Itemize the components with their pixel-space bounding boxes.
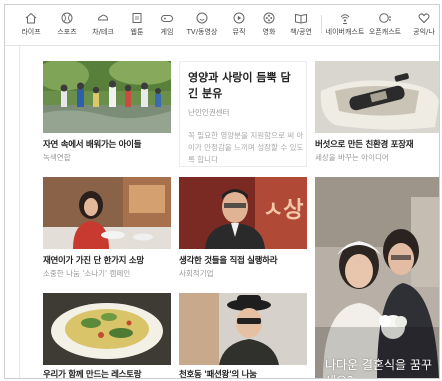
card-image: [315, 61, 439, 133]
nav-label: 스포츠: [57, 28, 77, 36]
card-image: [43, 293, 171, 365]
nav-item-car-tech[interactable]: 차/테크: [85, 9, 121, 37]
left-gutter-line: [19, 45, 20, 378]
nav-label: TV/동영상: [186, 28, 218, 36]
category-nav: 라이프 스포츠 차/테크 웹툰 게임 TV/동영상 뮤직 영화 책/공연 네이버…: [5, 5, 439, 46]
home-icon: [25, 12, 37, 24]
nav-item-sports[interactable]: 스포츠: [49, 9, 85, 37]
card-image: [43, 61, 171, 133]
card-restaurant[interactable]: 우리가 함께 만드는 레스토랑: [43, 293, 171, 379]
nav-item-tv-video[interactable]: TV/동영상: [182, 9, 222, 37]
card-title: 우리가 함께 만드는 레스토랑: [43, 370, 142, 379]
card-formula-text[interactable]: 영양과 사랑이 듬뿍 담긴 분유 난민인권센터 꼭 필요한 영양분을 지원함으로…: [179, 61, 307, 167]
nav-label: 뮤직: [232, 28, 246, 36]
card-caption: 나다운 결혼식을 꿈꾸세요?: [325, 358, 432, 378]
nav-label: 웹툰: [130, 28, 144, 36]
nav-item-book-performance[interactable]: 책/공연: [283, 9, 319, 37]
nav-label: 네이버캐스트: [325, 28, 365, 36]
card-execute-ideas[interactable]: ㅅ상 생각한 것들을 직접 실행하라 사회적기업: [179, 177, 307, 283]
card-source: 사회적기업: [179, 269, 214, 278]
content-frame: 라이프 스포츠 차/테크 웹툰 게임 TV/동영상 뮤직 영화 책/공연 네이버…: [4, 4, 440, 379]
nav-label: 차/테크: [92, 28, 114, 36]
book-icon: [132, 13, 142, 23]
nav-item-game[interactable]: 게임: [149, 9, 185, 37]
card-source: 녹색연합: [43, 153, 71, 162]
card-fashion-king[interactable]: 천호동 '패션왕'의 나눔: [179, 293, 307, 379]
svg-text:ㅅ상: ㅅ상: [263, 198, 303, 223]
broadcast-icon: [340, 14, 350, 24]
nav-label: 영화: [262, 28, 276, 36]
card-description: 꼭 필요한 영양분을 지원함으로 써 아이가 안정감을 느끼며 성장할 수 있도…: [188, 131, 304, 164]
nav-label: 공익/나: [413, 28, 435, 36]
nav-label: 라이프: [21, 28, 41, 36]
nav-label: 오픈캐스트: [368, 28, 402, 36]
gamepad-icon: [161, 15, 173, 22]
nav-item-movie[interactable]: 영화: [251, 9, 287, 37]
card-title: 재연이가 가진 단 한가지 소망: [43, 256, 144, 266]
card-title: 자연 속에서 배워가는 아이들: [43, 140, 142, 150]
heart-icon: [418, 13, 430, 24]
card-title: 생각한 것들을 직접 실행하라: [179, 256, 278, 266]
smile-icon: [196, 12, 208, 24]
nav-item-opencast[interactable]: 오픈캐스트: [365, 9, 405, 37]
card-nature-kids[interactable]: 자연 속에서 배워가는 아이들 녹색연합: [43, 61, 171, 167]
card-wedding[interactable]: 나다운 결혼식을 꿈꾸세요?: [315, 177, 439, 378]
card-source: 세상을 바꾸는 아이디어: [315, 153, 389, 162]
card-jaeyeon-wish[interactable]: 재연이가 가진 단 한가지 소망 소중한 나눔 '소나기' 캠페인: [43, 177, 171, 283]
card-image: [315, 177, 439, 378]
card-image: [179, 293, 307, 365]
open-book-icon: [295, 13, 307, 24]
card-mushroom-packaging[interactable]: 버섯으로 만든 친환경 포장재 세상을 바꾸는 아이디어: [315, 61, 439, 167]
nav-item-navercast[interactable]: 네이버캐스트: [323, 9, 367, 37]
nav-label: 게임: [160, 28, 174, 36]
card-image: [43, 177, 171, 249]
car-icon: [97, 14, 109, 21]
ball-icon: [61, 12, 73, 24]
card-source: 소중한 나눔 '소나기' 캠페인: [43, 269, 131, 278]
card-title: 영양과 사랑이 듬뿍 담긴 분유: [188, 71, 291, 100]
card-title: 천호동 '패션왕'의 나눔: [179, 370, 257, 379]
nav-item-public-interest[interactable]: 공익/나: [407, 9, 439, 37]
play-icon: [233, 12, 245, 24]
dots-icon: [379, 13, 391, 23]
nav-item-life[interactable]: 라이프: [13, 9, 49, 37]
nav-divider: [321, 15, 322, 33]
card-image: ㅅ상: [179, 177, 307, 249]
film-icon: [263, 12, 275, 24]
nav-label: 책/공연: [290, 28, 312, 36]
card-source: 난민인권센터: [188, 108, 230, 117]
card-title: 버섯으로 만든 친환경 포장재: [315, 140, 414, 150]
